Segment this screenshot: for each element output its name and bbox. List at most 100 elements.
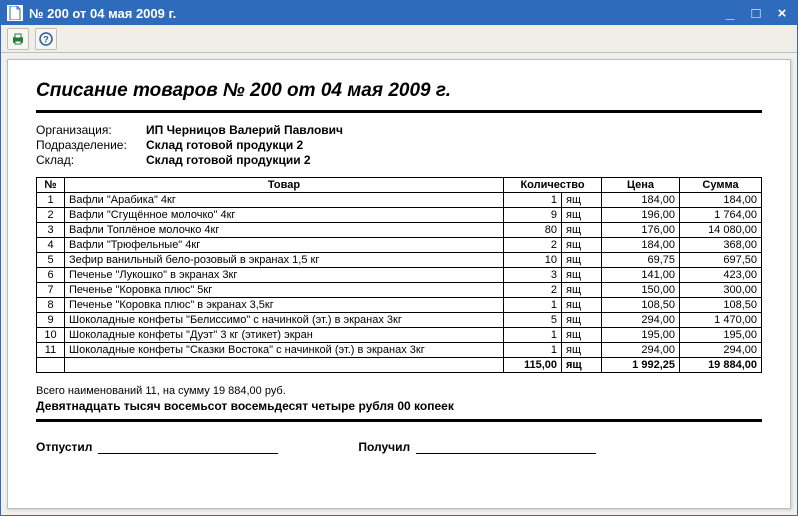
cell-unit: ящ	[562, 208, 602, 223]
meta-dept-value: Склад готовой продукци 2	[146, 138, 303, 152]
cell-name: Вафли "Трюфельные" 4кг	[65, 238, 504, 253]
cell-name: Печенье "Коровка плюс" в экранах 3,5кг	[65, 298, 504, 313]
divider	[36, 419, 762, 422]
meta-store-label: Склад:	[36, 153, 146, 167]
maximize-button[interactable]: □	[747, 5, 765, 22]
window-title: № 200 от 04 мая 2009 г.	[29, 6, 721, 21]
cell-qty: 1	[504, 343, 562, 358]
cell-name: Шоколадные конфеты "Дуэт" 3 кг (этикет) …	[65, 328, 504, 343]
cell-qty: 1	[504, 328, 562, 343]
cell-qty: 3	[504, 268, 562, 283]
cell-price: 150,00	[602, 283, 680, 298]
window-controls: _ □ ×	[721, 5, 791, 22]
cell-price: 69,75	[602, 253, 680, 268]
cell-qty: 2	[504, 238, 562, 253]
cell-unit: ящ	[562, 268, 602, 283]
table-header-row: № Товар Количество Цена Сумма	[37, 178, 762, 193]
cell-sum: 423,00	[680, 268, 762, 283]
cell-name: Шоколадные конфеты "Сказки Востока" с на…	[65, 343, 504, 358]
meta-store: Склад: Склад готовой продукции 2	[36, 153, 762, 167]
cell-unit: ящ	[562, 223, 602, 238]
close-button[interactable]: ×	[773, 5, 791, 22]
cell-sum: 1 470,00	[680, 313, 762, 328]
content-area: Списание товаров № 200 от 04 мая 2009 г.…	[1, 53, 797, 515]
cell-unit: ящ	[562, 343, 602, 358]
cell-qty: 9	[504, 208, 562, 223]
table-row: 10Шоколадные конфеты "Дуэт" 3 кг (этикет…	[37, 328, 762, 343]
col-num: №	[37, 178, 65, 193]
table-row: 7Печенье "Коровка плюс" 5кг2ящ150,00300,…	[37, 283, 762, 298]
table-total-row: 115,00ящ1 992,2519 884,00	[37, 358, 762, 373]
meta-org-label: Организация:	[36, 123, 146, 137]
cell-price: 176,00	[602, 223, 680, 238]
cell-sum: 300,00	[680, 283, 762, 298]
cell-num: 11	[37, 343, 65, 358]
meta-block: Организация: ИП Черницов Валерий Павлови…	[36, 123, 762, 167]
document-icon	[7, 5, 23, 21]
cell-num: 9	[37, 313, 65, 328]
meta-org: Организация: ИП Черницов Валерий Павлови…	[36, 123, 762, 137]
document-page: Списание товаров № 200 от 04 мая 2009 г.…	[7, 59, 791, 509]
cell-qty: 10	[504, 253, 562, 268]
print-button[interactable]	[7, 28, 29, 50]
table-row: 6Печенье "Лукошко" в экранах 3кг3ящ141,0…	[37, 268, 762, 283]
cell-num: 2	[37, 208, 65, 223]
table-row: 2Вафли "Сгущённое молочко" 4кг9ящ196,001…	[37, 208, 762, 223]
cell-sum: 108,50	[680, 298, 762, 313]
cell-qty: 2	[504, 283, 562, 298]
app-window: № 200 от 04 мая 2009 г. _ □ × ? Списание…	[0, 0, 798, 516]
cell-price: 184,00	[602, 193, 680, 208]
cell-qty: 1	[504, 298, 562, 313]
cell-num: 8	[37, 298, 65, 313]
cell-name: Печенье "Коровка плюс" 5кг	[65, 283, 504, 298]
table-row: 8Печенье "Коровка плюс" в экранах 3,5кг1…	[37, 298, 762, 313]
cell-price: 108,50	[602, 298, 680, 313]
cell-name: Зефир ванильный бело-розовый в экранах 1…	[65, 253, 504, 268]
cell-sum: 368,00	[680, 238, 762, 253]
col-sum: Сумма	[680, 178, 762, 193]
divider	[36, 110, 762, 113]
minimize-button[interactable]: _	[721, 5, 739, 22]
total-sum: 19 884,00	[680, 358, 762, 373]
released-line	[98, 440, 278, 454]
total-unit: ящ	[562, 358, 602, 373]
cell-num: 10	[37, 328, 65, 343]
cell-name: Вафли "Арабика" 4кг	[65, 193, 504, 208]
cell-unit: ящ	[562, 193, 602, 208]
cell-qty: 5	[504, 313, 562, 328]
cell-unit: ящ	[562, 328, 602, 343]
received-block: Получил	[358, 440, 596, 454]
cell-price: 294,00	[602, 343, 680, 358]
cell-unit: ящ	[562, 283, 602, 298]
cell-unit: ящ	[562, 313, 602, 328]
cell-qty: 1	[504, 193, 562, 208]
table-row: 11Шоколадные конфеты "Сказки Востока" с …	[37, 343, 762, 358]
cell-name: Шоколадные конфеты "Белиссимо" с начинко…	[65, 313, 504, 328]
col-tovar: Товар	[65, 178, 504, 193]
cell-sum: 294,00	[680, 343, 762, 358]
cell-price: 141,00	[602, 268, 680, 283]
col-price: Цена	[602, 178, 680, 193]
signatures: Отпустил Получил	[36, 440, 762, 454]
cell-sum: 14 080,00	[680, 223, 762, 238]
cell-num: 6	[37, 268, 65, 283]
cell-unit: ящ	[562, 298, 602, 313]
amount-in-words: Девятнадцать тысяч восемьсот восемьдесят…	[36, 399, 762, 413]
toolbar: ?	[1, 25, 797, 53]
meta-dept-label: Подразделение:	[36, 138, 146, 152]
cell-sum: 195,00	[680, 328, 762, 343]
help-button[interactable]: ?	[35, 28, 57, 50]
cell-sum: 184,00	[680, 193, 762, 208]
table-row: 9Шоколадные конфеты "Белиссимо" с начинк…	[37, 313, 762, 328]
received-line	[416, 440, 596, 454]
received-label: Получил	[358, 440, 410, 454]
cell-price: 195,00	[602, 328, 680, 343]
table-row: 4Вафли "Трюфельные" 4кг2ящ184,00368,00	[37, 238, 762, 253]
released-label: Отпустил	[36, 440, 92, 454]
cell-num: 1	[37, 193, 65, 208]
col-qty: Количество	[504, 178, 602, 193]
table-row: 3Вафли Топлёное молочко 4кг80ящ176,0014 …	[37, 223, 762, 238]
document-title: Списание товаров № 200 от 04 мая 2009 г.	[36, 80, 762, 102]
cell-name: Вафли "Сгущённое молочко" 4кг	[65, 208, 504, 223]
cell-price: 294,00	[602, 313, 680, 328]
